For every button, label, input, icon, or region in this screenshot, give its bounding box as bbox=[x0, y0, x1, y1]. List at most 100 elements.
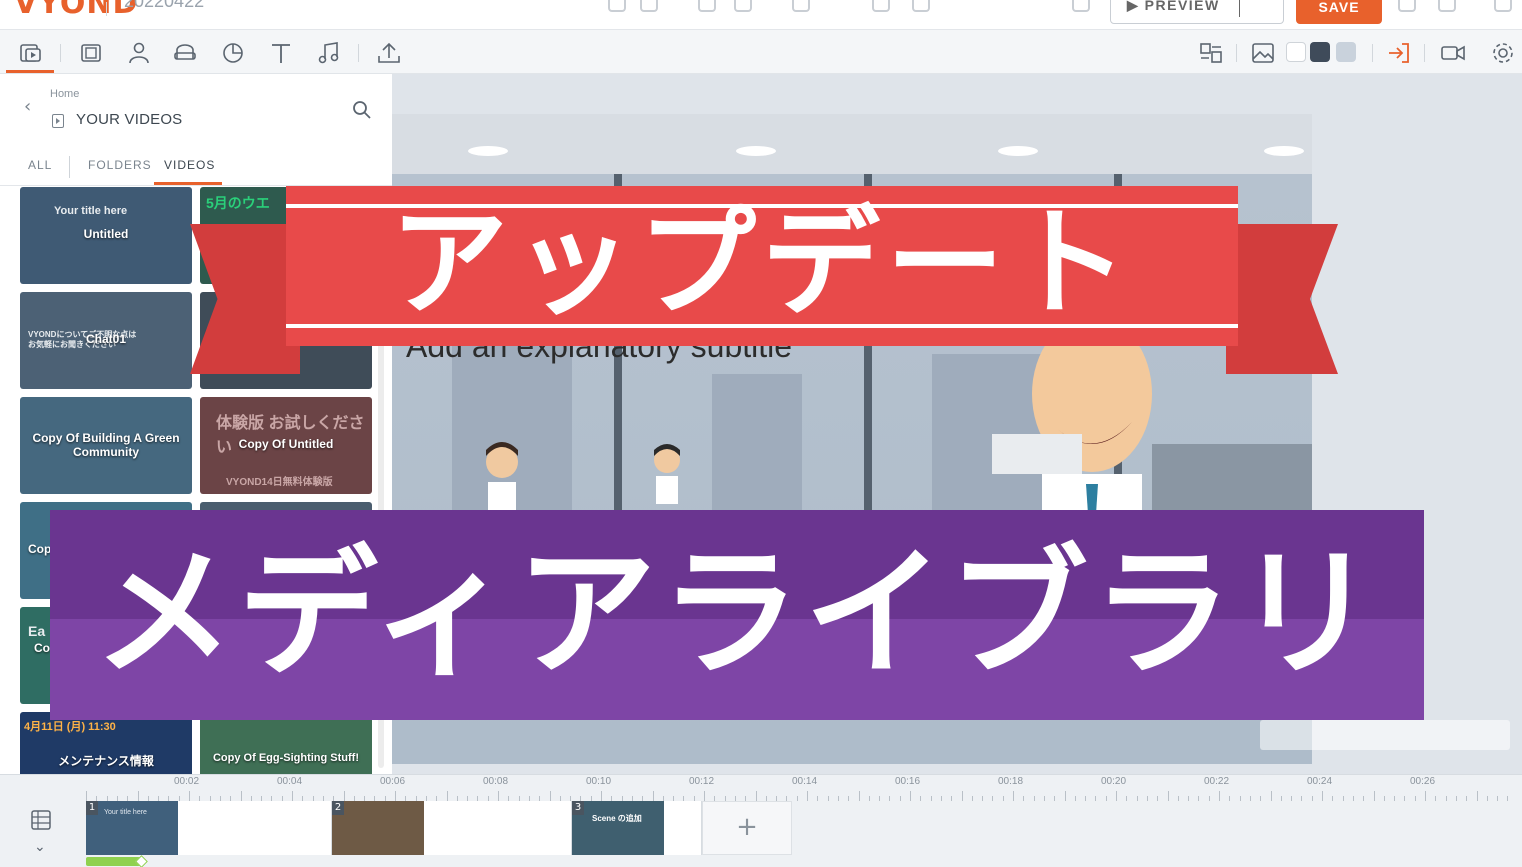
video-thumbnail[interactable]: Copy Of Building A Green Community bbox=[20, 397, 192, 494]
active-tab-underline bbox=[154, 182, 222, 185]
office-desk-printer bbox=[992, 434, 1082, 474]
ruler-tick bbox=[652, 791, 654, 801]
update-ribbon: アップデート bbox=[286, 186, 1238, 346]
scene-thumbnail bbox=[332, 801, 424, 855]
ruler-label: 00:26 bbox=[1410, 776, 1436, 787]
media-library-banner: メディアライブラリ bbox=[50, 510, 1424, 720]
scene-2[interactable]: 2 bbox=[332, 801, 572, 855]
undo-icon[interactable] bbox=[608, 0, 626, 12]
swatch-light[interactable] bbox=[1336, 42, 1356, 62]
ruler-label: 00:10 bbox=[586, 776, 612, 787]
back-chevron-icon[interactable]: ‹ bbox=[24, 96, 31, 117]
tab-videos[interactable]: VIDEOS bbox=[164, 158, 215, 172]
paste-icon[interactable] bbox=[734, 0, 752, 12]
toolbar-divider bbox=[1372, 44, 1373, 62]
thumbnail-caption: VYOND14日無料体験版 bbox=[226, 477, 333, 488]
characters-icon[interactable] bbox=[126, 40, 152, 66]
thumbnail-caption: Your title here bbox=[54, 205, 128, 217]
scene-3[interactable]: Scene の追加 3 bbox=[572, 801, 702, 855]
scene-strip: Your title here 1 2 Scene の追加 3 + bbox=[86, 801, 1522, 867]
ruler-label: 00:20 bbox=[1101, 776, 1127, 787]
thumbnail-caption: 4月11日 (月) 11:30 bbox=[24, 721, 116, 733]
ruler-tick bbox=[910, 791, 911, 801]
audio-icon[interactable] bbox=[316, 40, 342, 66]
preview-button[interactable]: ▶ PREVIEW bbox=[1110, 0, 1284, 24]
thumbnail-caption: Ea bbox=[28, 623, 46, 639]
thumbnail-title: Chat01 bbox=[85, 332, 126, 346]
ruler-label: 00:12 bbox=[689, 776, 715, 787]
timeline-left-controls: ⌄ bbox=[0, 801, 86, 867]
tab-folders[interactable]: FOLDERS bbox=[88, 158, 152, 172]
video-thumbnail[interactable]: VYONDについてご不明な点はお気軽にお聞きください Chat01 bbox=[20, 292, 192, 389]
ruler-label: 00:06 bbox=[380, 776, 406, 787]
ruler-tick bbox=[240, 791, 242, 801]
ruler-label: 00:22 bbox=[1204, 776, 1230, 787]
share-icon[interactable] bbox=[1072, 0, 1090, 12]
toolbar-divider bbox=[358, 44, 359, 62]
playback-progress[interactable] bbox=[86, 855, 148, 867]
upload-icon[interactable] bbox=[376, 40, 402, 66]
ruler-label: 00:02 bbox=[174, 776, 200, 787]
ruler-tick bbox=[549, 791, 551, 801]
time-ruler[interactable]: 00:02 00:04 00:06 00:08 00:10 00:12 00:14 00:16… bbox=[86, 775, 1522, 801]
search-icon[interactable] bbox=[352, 100, 372, 120]
ruler-tick bbox=[1167, 791, 1169, 801]
ruler-tick bbox=[755, 791, 757, 801]
video-thumbnail[interactable]: 体験版 お試しください Copy Of Untitled VYOND14日無料体… bbox=[200, 397, 372, 494]
ruler-tick bbox=[1064, 791, 1066, 801]
help-icon[interactable] bbox=[1494, 0, 1512, 12]
ruler-tick bbox=[1116, 791, 1117, 801]
ribbon-title: アップデート bbox=[389, 194, 1134, 332]
ruler-tick bbox=[86, 791, 87, 801]
save-button[interactable]: SAVE bbox=[1296, 0, 1382, 24]
charts-icon[interactable] bbox=[220, 40, 246, 66]
top-bar: VYOND 20220422 ▶ PREVIEW SAVE bbox=[0, 0, 1522, 30]
video-thumbnail[interactable]: Your title here Untitled bbox=[20, 187, 192, 284]
scene-1[interactable]: Your title here 1 bbox=[86, 801, 332, 855]
library-icon[interactable] bbox=[18, 40, 44, 66]
tag-icon[interactable] bbox=[872, 0, 890, 12]
logo-divider bbox=[106, 2, 107, 16]
character-small[interactable] bbox=[642, 436, 692, 506]
settings-top-icon[interactable] bbox=[1398, 0, 1416, 12]
ruler-tick bbox=[446, 791, 448, 801]
tab-all[interactable]: ALL bbox=[28, 158, 52, 172]
camera-icon[interactable] bbox=[1440, 40, 1466, 66]
scene-number: 1 bbox=[86, 801, 98, 815]
playhead-knob[interactable] bbox=[135, 855, 148, 867]
settings-icon[interactable] bbox=[1490, 40, 1516, 66]
thumbnail-title: Copy Of Untitled bbox=[238, 437, 334, 451]
swatch-white[interactable] bbox=[1286, 42, 1306, 62]
scene-caption: Scene の追加 bbox=[592, 814, 642, 823]
redo-icon[interactable] bbox=[640, 0, 658, 12]
layout-icon[interactable] bbox=[1198, 40, 1224, 66]
vyond-logo[interactable]: VYOND bbox=[14, 0, 138, 21]
timeline: 00:02 00:04 00:06 00:08 00:10 00:12 00:14 00:16… bbox=[0, 774, 1522, 867]
toolbar-divider bbox=[1236, 44, 1237, 62]
ruler-tick bbox=[1270, 791, 1272, 801]
props-icon[interactable] bbox=[78, 40, 104, 66]
ruler-tick bbox=[1219, 791, 1220, 801]
enter-icon[interactable] bbox=[1386, 40, 1412, 66]
chairs-icon[interactable] bbox=[172, 40, 198, 66]
tab-divider bbox=[69, 156, 70, 178]
ruler-label: 00:04 bbox=[277, 776, 303, 787]
ruler-tick bbox=[137, 791, 139, 801]
image-icon[interactable] bbox=[1250, 40, 1276, 66]
download-icon[interactable] bbox=[1438, 0, 1456, 12]
chevron-down-icon[interactable]: ⌄ bbox=[34, 839, 46, 855]
character-small[interactable] bbox=[472, 434, 532, 514]
ruler-tick bbox=[1013, 791, 1014, 801]
project-name[interactable]: 20220422 bbox=[124, 0, 204, 12]
text-icon[interactable] bbox=[268, 40, 294, 66]
breadcrumb[interactable]: Home bbox=[50, 88, 79, 100]
ceiling-light bbox=[468, 146, 508, 156]
zoom-controls[interactable] bbox=[1260, 720, 1510, 750]
swatch-dark[interactable] bbox=[1310, 42, 1330, 62]
history-icon[interactable] bbox=[792, 0, 810, 12]
ruler-tick bbox=[1322, 791, 1323, 801]
copy-icon[interactable] bbox=[698, 0, 716, 12]
delete-icon[interactable] bbox=[912, 0, 930, 12]
add-scene-button[interactable]: + bbox=[702, 801, 792, 855]
scene-grid-icon[interactable] bbox=[30, 809, 52, 831]
